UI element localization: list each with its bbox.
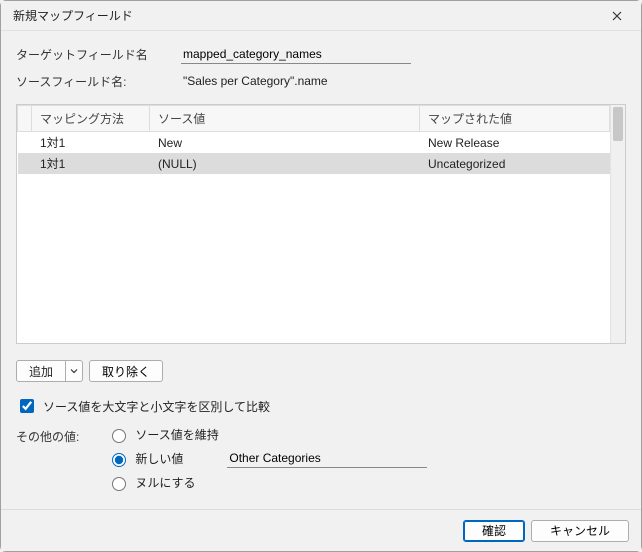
case-sensitive-label[interactable]: ソース値を大文字と小文字を区別して比較 <box>43 398 270 415</box>
radio-keep-source[interactable] <box>112 429 126 443</box>
radio-set-null[interactable] <box>112 477 126 491</box>
radio-new-value[interactable] <box>112 453 126 467</box>
cell-method[interactable]: 1対1 <box>32 153 150 174</box>
source-field-value: "Sales per Category".name <box>181 72 330 90</box>
case-sensitive-row: ソース値を大文字と小文字を区別して比較 <box>16 396 626 416</box>
chevron-down-icon <box>70 367 78 375</box>
cell-mapped[interactable]: Uncategorized <box>420 153 610 174</box>
scrollbar-thumb[interactable] <box>613 107 623 141</box>
target-field-row: ターゲットフィールド名 <box>16 45 626 64</box>
ok-button[interactable]: 確認 <box>463 520 525 542</box>
case-sensitive-checkbox[interactable] <box>20 399 34 413</box>
table-header-spacer[interactable] <box>18 106 32 132</box>
table-header-row: マッピング方法 ソース値 マップされた値 <box>18 106 610 132</box>
window-title: 新規マップフィールド <box>13 7 133 24</box>
row-spacer <box>18 132 32 154</box>
add-button[interactable]: 追加 <box>16 360 83 382</box>
mapping-table: マッピング方法 ソース値 マップされた値 1対1NewNew Release1対… <box>16 104 626 344</box>
add-button-label: 追加 <box>17 361 66 381</box>
cell-source[interactable]: New <box>150 132 420 154</box>
cell-method[interactable]: 1対1 <box>32 132 150 154</box>
target-field-label: ターゲットフィールド名 <box>16 46 181 63</box>
radio-keep-source-label[interactable]: ソース値を維持 <box>135 426 218 443</box>
source-field-row: ソースフィールド名: "Sales per Category".name <box>16 72 626 90</box>
dialog-footer: 確認 キャンセル <box>1 509 641 551</box>
source-field-label: ソースフィールド名: <box>16 73 181 90</box>
new-value-input[interactable] <box>227 449 427 468</box>
other-values-label: その他の値: <box>16 426 79 445</box>
other-values-block: その他の値: ソース値を維持 新しい値 ヌルにする <box>16 426 626 491</box>
table-button-row: 追加 取り除く <box>16 360 626 382</box>
table-header-method[interactable]: マッピング方法 <box>32 106 150 132</box>
row-spacer <box>18 153 32 174</box>
radio-set-null-label[interactable]: ヌルにする <box>135 474 195 491</box>
table-header-source[interactable]: ソース値 <box>150 106 420 132</box>
close-button[interactable] <box>595 2 639 30</box>
cancel-button[interactable]: キャンセル <box>531 520 629 542</box>
add-button-dropdown[interactable] <box>66 367 82 375</box>
cell-source[interactable]: (NULL) <box>150 153 420 174</box>
table-header-mapped[interactable]: マップされた値 <box>420 106 610 132</box>
target-field-input[interactable] <box>181 45 411 64</box>
close-icon <box>612 11 622 21</box>
dialog-body: ターゲットフィールド名 ソースフィールド名: "Sales per Catego… <box>1 31 641 509</box>
radio-new-value-label[interactable]: 新しい値 <box>135 450 183 467</box>
titlebar: 新規マップフィールド <box>1 1 641 31</box>
table-row[interactable]: 1対1NewNew Release <box>18 132 610 154</box>
table-scrollbar[interactable] <box>610 105 625 343</box>
table-row[interactable]: 1対1(NULL)Uncategorized <box>18 153 610 174</box>
remove-button[interactable]: 取り除く <box>89 360 163 382</box>
cell-mapped[interactable]: New Release <box>420 132 610 154</box>
